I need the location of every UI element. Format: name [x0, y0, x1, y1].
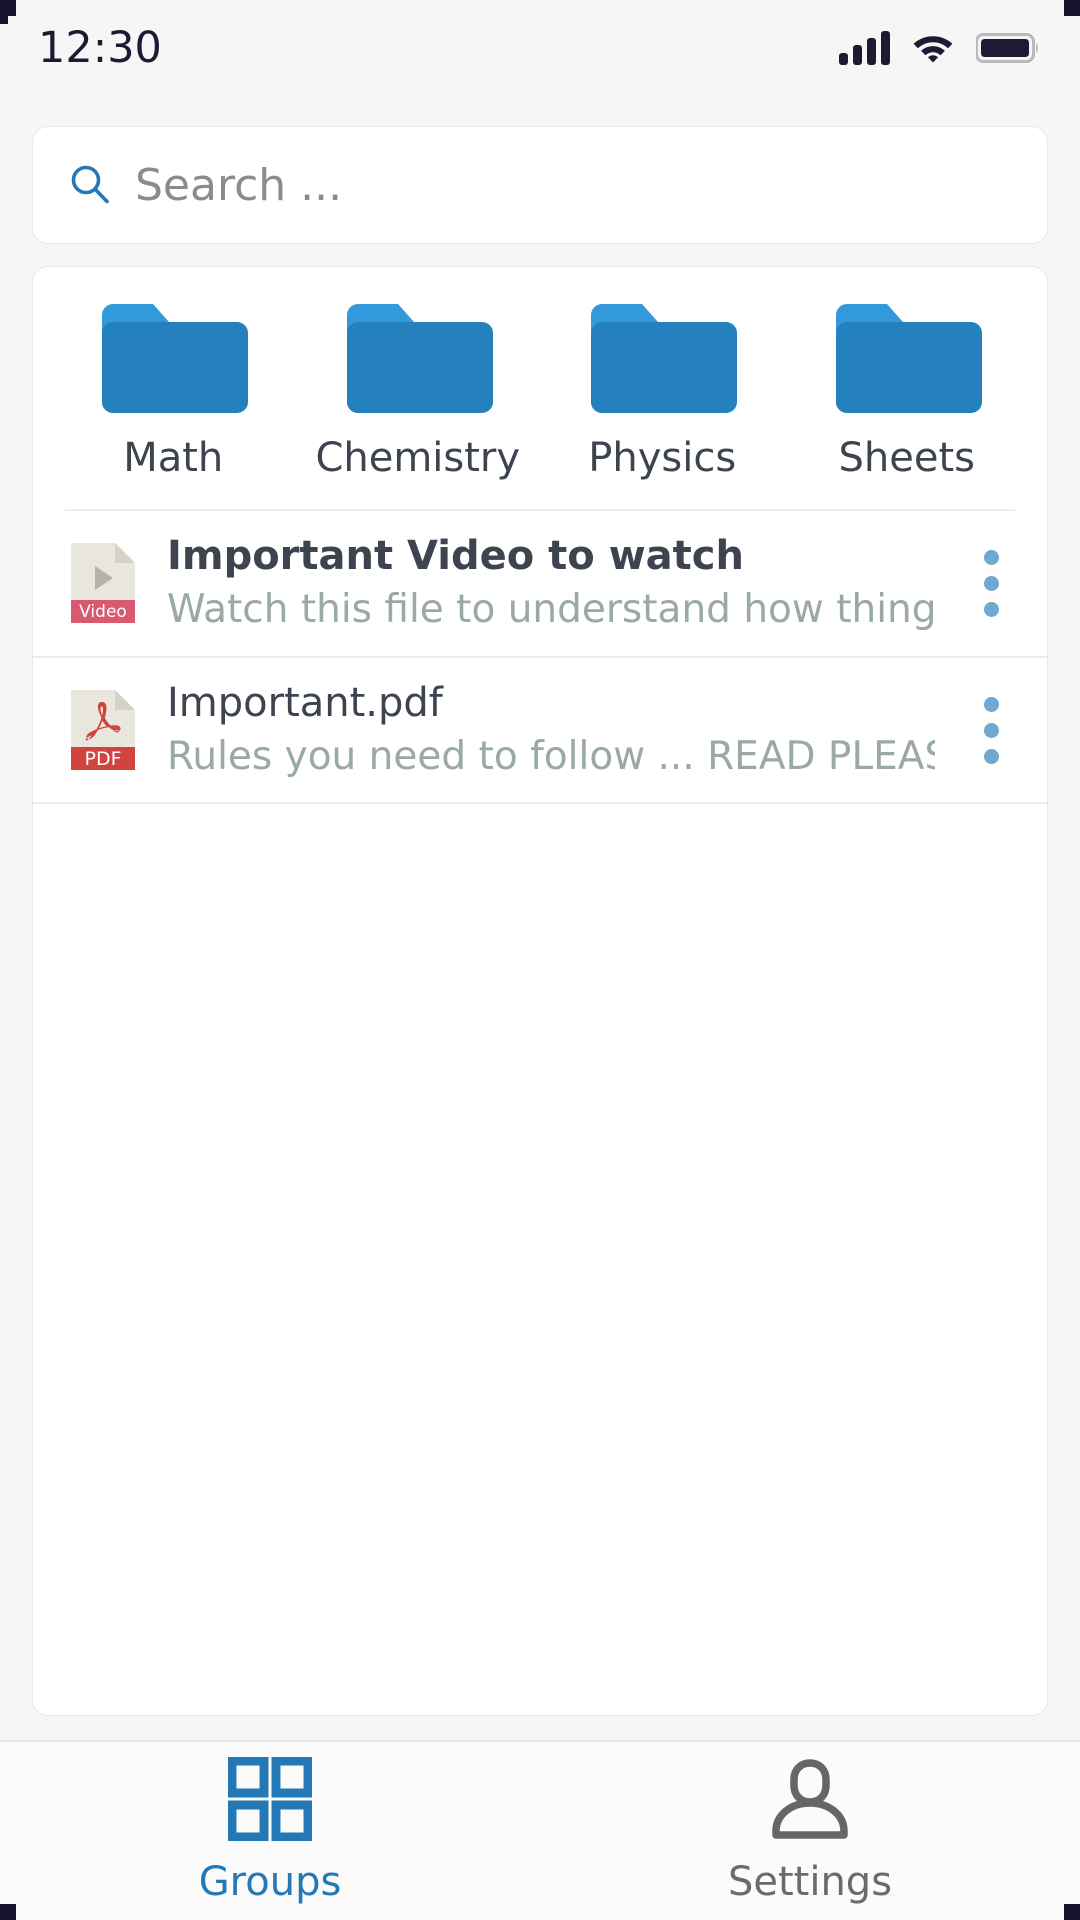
search-icon — [71, 165, 109, 204]
folder-label: Physics — [588, 435, 737, 481]
signal-bars-icon — [839, 31, 890, 65]
bottom-navigation: Groups Settings — [0, 1742, 1080, 1920]
more-vertical-icon[interactable] — [963, 687, 1019, 774]
folder-label: Sheets — [838, 435, 975, 481]
corner-mark-bottom-left — [0, 1904, 16, 1920]
folder-label: Chemistry — [315, 435, 521, 481]
corner-mark-top-right — [1064, 0, 1080, 16]
tab-groups[interactable]: Groups — [0, 1742, 540, 1920]
file-text-block: Important Video to watch Watch this file… — [167, 531, 935, 636]
folder-item-math[interactable]: Math — [51, 299, 296, 481]
folder-grid: Math Chemistry Physics Sheets — [33, 267, 1047, 487]
file-subtitle: Rules you need to follow ... READ PLEASE — [167, 733, 935, 779]
more-vertical-icon[interactable] — [963, 540, 1019, 627]
file-subtitle: Watch this file to understand how things… — [167, 587, 935, 632]
corner-mark-bottom-right — [1064, 1904, 1080, 1920]
pdf-badge-text: PDF — [84, 748, 121, 770]
video-file-icon: Video — [71, 543, 135, 624]
tab-label-settings: Settings — [727, 1859, 893, 1905]
folder-icon — [102, 304, 249, 413]
tab-label-groups: Groups — [198, 1859, 342, 1905]
file-text-block: Important.pdf Rules you need to follow .… — [167, 678, 935, 783]
phone-screen: 12:30 Search ... Math Chemistry Physics … — [0, 0, 1080, 1920]
folder-item-chemistry[interactable]: Chemistry — [296, 299, 541, 481]
status-bar: 12:30 — [0, 0, 1080, 96]
status-bar-icons — [839, 31, 1040, 65]
folder-icon — [591, 304, 738, 413]
search-input[interactable] — [135, 159, 1013, 211]
file-list: Video Important Video to watch Watch thi… — [33, 511, 1047, 1715]
pdf-file-icon: PDF — [71, 690, 135, 771]
person-icon — [772, 1759, 848, 1839]
file-row-pdf[interactable]: PDF Important.pdf Rules you need to foll… — [33, 658, 1047, 805]
corner-mark-top-left — [0, 0, 16, 24]
folder-icon — [346, 304, 493, 413]
battery-full-icon — [976, 33, 1038, 63]
grid-squares-icon — [228, 1757, 312, 1841]
folder-item-sheets[interactable]: Sheets — [785, 299, 1030, 481]
file-row-video[interactable]: Video Important Video to watch Watch thi… — [33, 511, 1047, 658]
file-title: Important Video to watch — [167, 533, 744, 579]
folder-item-physics[interactable]: Physics — [540, 299, 785, 481]
file-title: Important.pdf — [167, 679, 443, 726]
folder-icon — [835, 304, 982, 413]
wifi-icon — [913, 36, 953, 63]
video-badge-text: Video — [79, 602, 127, 622]
search-bar[interactable] — [32, 126, 1048, 244]
tab-settings[interactable]: Settings — [540, 1742, 1080, 1920]
folder-label: Math — [123, 435, 224, 481]
status-bar-clock: 12:30 — [38, 23, 162, 73]
main-content-card: Math Chemistry Physics Sheets Video Impo… — [32, 266, 1048, 1716]
